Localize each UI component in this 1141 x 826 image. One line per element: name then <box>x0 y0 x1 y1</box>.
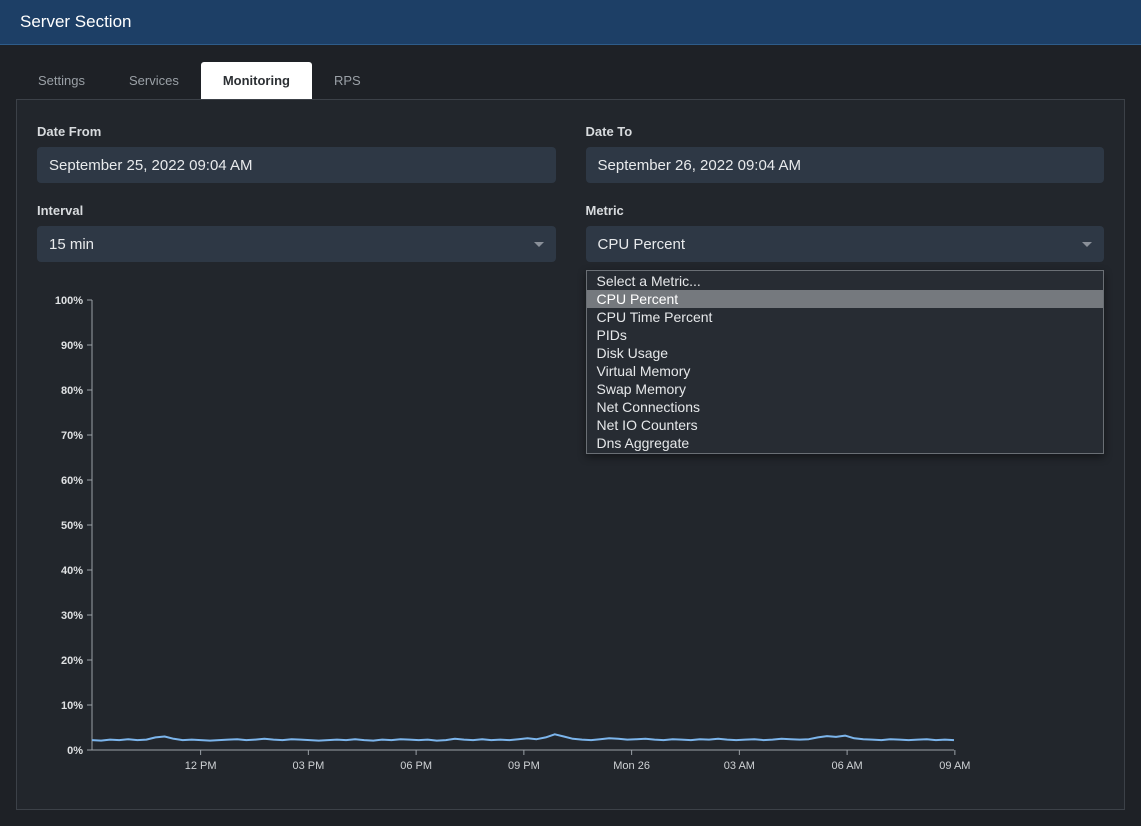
svg-text:40%: 40% <box>61 565 83 577</box>
filter-form: Date From Date To Interval 15 min Metric… <box>37 124 1104 262</box>
svg-text:0%: 0% <box>67 745 83 757</box>
metric-field: Metric CPU Percent Select a Metric...CPU… <box>586 203 1105 262</box>
date-to-input[interactable] <box>586 147 1105 183</box>
svg-text:Mon 26: Mon 26 <box>613 760 650 772</box>
tab-rps[interactable]: RPS <box>312 62 383 99</box>
svg-text:20%: 20% <box>61 655 83 667</box>
svg-text:10%: 10% <box>61 700 83 712</box>
svg-text:70%: 70% <box>61 430 83 442</box>
interval-select-value: 15 min <box>49 236 94 253</box>
page-title: Server Section <box>20 12 132 32</box>
svg-text:09 AM: 09 AM <box>939 760 970 772</box>
metric-option[interactable]: Net IO Counters <box>587 416 1104 434</box>
metric-option[interactable]: Dns Aggregate <box>587 434 1104 452</box>
tab-settings[interactable]: Settings <box>16 62 107 99</box>
svg-text:80%: 80% <box>61 385 83 397</box>
svg-text:06 AM: 06 AM <box>832 760 863 772</box>
tab-services[interactable]: Services <box>107 62 201 99</box>
svg-text:90%: 90% <box>61 340 83 352</box>
date-to-label: Date To <box>586 124 1105 139</box>
metric-option[interactable]: CPU Time Percent <box>587 308 1104 326</box>
metric-option[interactable]: Net Connections <box>587 398 1104 416</box>
svg-text:06 PM: 06 PM <box>400 760 432 772</box>
date-from-input[interactable] <box>37 147 556 183</box>
monitoring-panel: Date From Date To Interval 15 min Metric… <box>16 99 1125 810</box>
tab-monitoring[interactable]: Monitoring <box>201 62 312 99</box>
metric-select-value: CPU Percent <box>598 236 686 253</box>
date-to-field: Date To <box>586 124 1105 183</box>
svg-text:50%: 50% <box>61 520 83 532</box>
interval-field: Interval 15 min <box>37 203 556 262</box>
svg-text:09 PM: 09 PM <box>508 760 540 772</box>
metric-option[interactable]: PIDs <box>587 326 1104 344</box>
metric-option[interactable]: Virtual Memory <box>587 362 1104 380</box>
chevron-down-icon <box>1082 242 1092 247</box>
metric-option[interactable]: Disk Usage <box>587 344 1104 362</box>
date-from-field: Date From <box>37 124 556 183</box>
metric-option[interactable]: CPU Percent <box>587 290 1104 308</box>
svg-text:03 PM: 03 PM <box>292 760 324 772</box>
chevron-down-icon <box>534 242 544 247</box>
interval-select[interactable]: 15 min <box>37 226 556 262</box>
svg-text:100%: 100% <box>55 295 83 307</box>
svg-text:12 PM: 12 PM <box>185 760 217 772</box>
metric-select[interactable]: CPU Percent <box>586 226 1105 262</box>
interval-label: Interval <box>37 203 556 218</box>
metric-dropdown: Select a Metric...CPU PercentCPU Time Pe… <box>586 270 1105 454</box>
svg-text:30%: 30% <box>61 610 83 622</box>
metric-label: Metric <box>586 203 1105 218</box>
metric-option[interactable]: Swap Memory <box>587 380 1104 398</box>
svg-text:60%: 60% <box>61 475 83 487</box>
tab-bar: Settings Services Monitoring RPS <box>16 62 1125 99</box>
metric-option[interactable]: Select a Metric... <box>587 272 1104 290</box>
date-from-label: Date From <box>37 124 556 139</box>
window-titlebar: Server Section <box>0 0 1141 45</box>
svg-text:03 AM: 03 AM <box>724 760 755 772</box>
